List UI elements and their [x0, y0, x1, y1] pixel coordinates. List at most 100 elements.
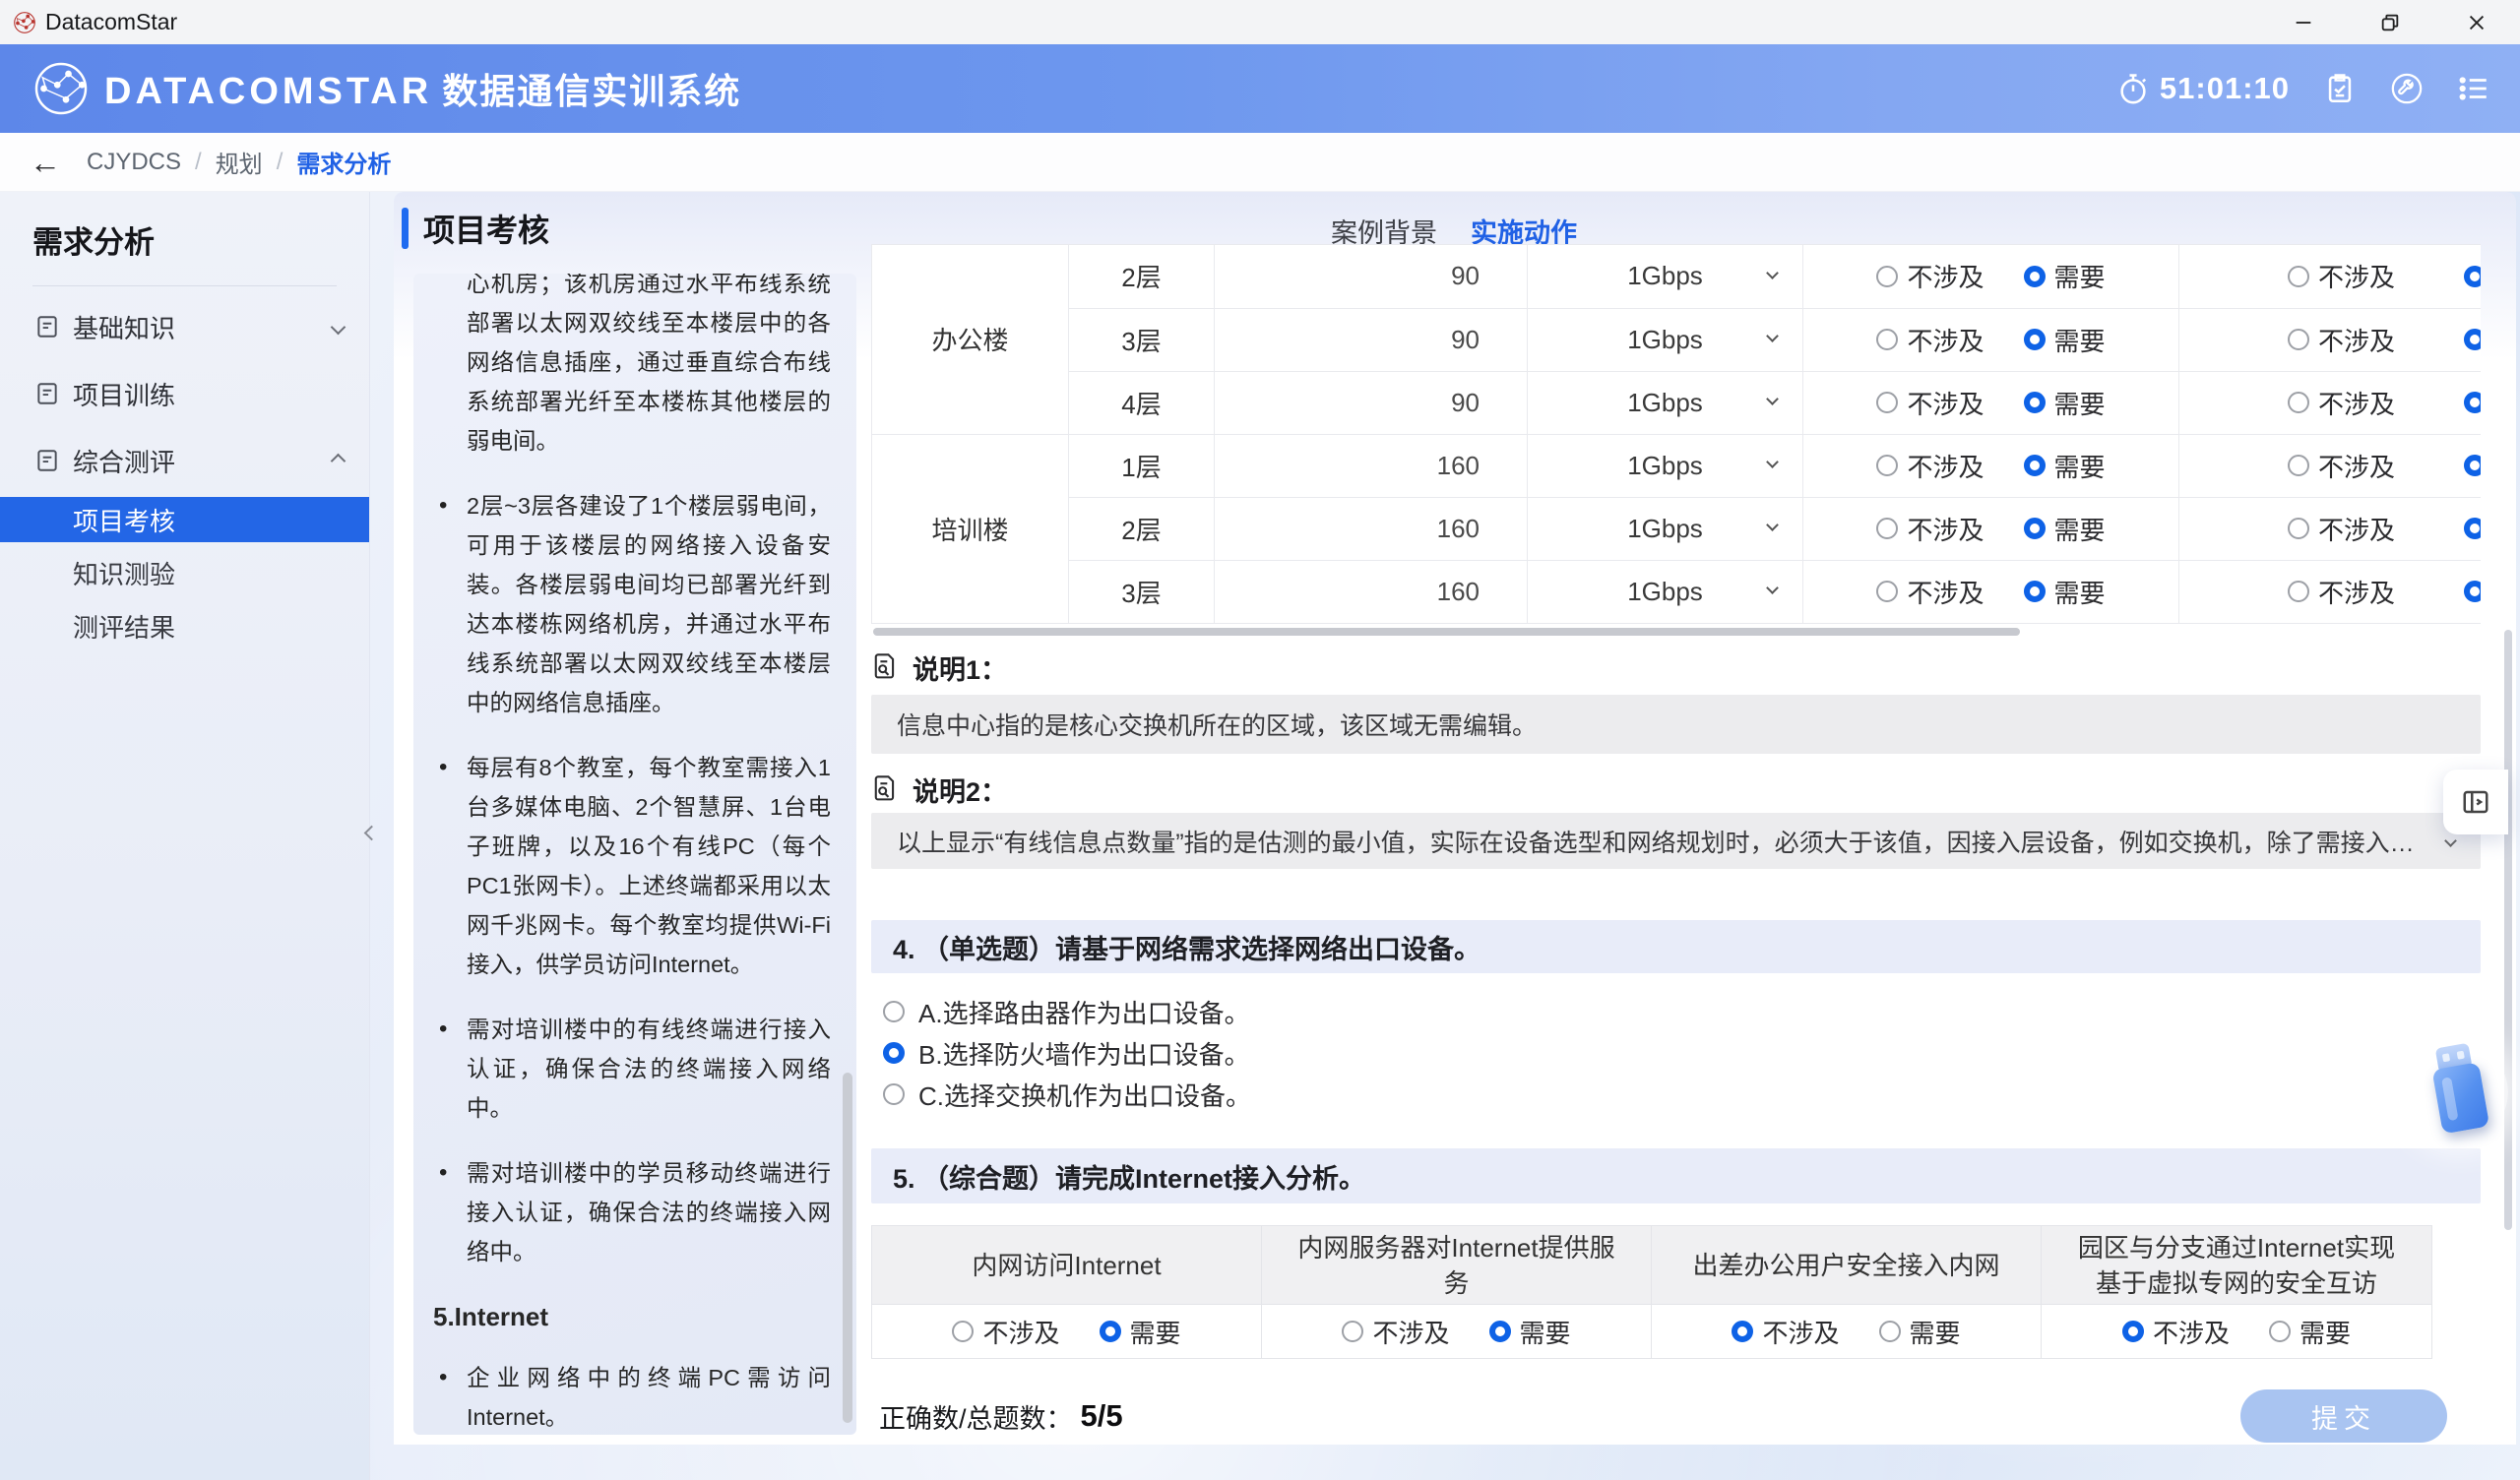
page-title: 项目考核 [423, 206, 549, 251]
table-row: 2层 160 1Gbps 不涉及 需要 不涉及 需要 [872, 497, 2482, 560]
floor-cell: 2层 [1069, 497, 1215, 560]
sidebar-subitem-evaluation-result[interactable]: 测评结果 [0, 603, 369, 648]
chevron-down-icon [1766, 456, 1779, 468]
sidebar-item-comprehensive-evaluation[interactable]: 综合测评 [0, 434, 369, 487]
breadcrumb-item[interactable]: CJYDCS [87, 149, 181, 176]
radio-na[interactable] [2288, 455, 2309, 476]
bandwidth-select[interactable]: 1Gbps [1528, 245, 1803, 308]
radio-option-b[interactable] [883, 1042, 905, 1064]
close-button[interactable] [2433, 0, 2520, 44]
sidebar-item-basic-knowledge[interactable]: 基础知识 [0, 300, 369, 353]
radio-label: 不涉及 [2318, 448, 2395, 484]
sidebar-subitem-knowledge-test[interactable]: 知识测验 [0, 550, 369, 595]
radio-na[interactable] [1876, 266, 1898, 287]
radio-label: 不涉及 [1907, 448, 1984, 484]
drawer-handle[interactable] [2443, 770, 2508, 834]
radio-need[interactable] [2024, 392, 2046, 413]
radio-na[interactable] [1876, 329, 1898, 350]
radio-group-cell: 不涉及 需要 [2042, 1305, 2432, 1359]
radio-need[interactable] [2464, 518, 2481, 539]
radio-group-cell: 不涉及 需要 [1652, 1305, 2042, 1359]
radio-need[interactable] [1100, 1321, 1121, 1342]
radio-need[interactable] [2024, 266, 2046, 287]
radio-label: 不涉及 [982, 1314, 1059, 1350]
radio-label: 不涉及 [1907, 385, 1984, 421]
radio-na[interactable] [952, 1321, 974, 1342]
radio-na[interactable] [2288, 581, 2309, 602]
radio-na[interactable] [2288, 392, 2309, 413]
radio-na[interactable] [1876, 581, 1898, 602]
case-paragraph: 心机房；该机房通过水平布线系统部署以太网双绞线至本楼层中的各网络信息插座，通过垂… [433, 274, 831, 461]
submit-button[interactable]: 提交 [2240, 1389, 2447, 1443]
main-content: 项目考核 案例背景 实施动作 心机房；该机房通过水平布线系统部署以太网双绞线至本… [394, 192, 2516, 1445]
radio-na[interactable] [1342, 1321, 1363, 1342]
document-icon [34, 381, 60, 406]
document-icon [34, 314, 60, 339]
bandwidth-select[interactable]: 1Gbps [1528, 560, 1803, 623]
table-horizontal-scrollbar[interactable] [871, 628, 2481, 636]
restore-icon [2379, 12, 2401, 33]
radio-need[interactable] [2464, 329, 2481, 350]
radio-group-cell: 不涉及 需要 [2179, 497, 2482, 560]
case-description-panel[interactable]: 心机房；该机房通过水平布线系统部署以太网双绞线至本楼层中的各网络信息插座，通过垂… [413, 274, 856, 1435]
bandwidth-value: 1Gbps [1627, 261, 1703, 290]
radio-need[interactable] [1489, 1321, 1511, 1342]
radio-need[interactable] [2464, 455, 2481, 476]
radio-label: 不涉及 [1907, 258, 1984, 294]
case-panel-scrollbar[interactable] [843, 1073, 852, 1423]
radio-need[interactable] [2024, 329, 2046, 350]
column-header: 内网服务器对Internet提供服务 [1262, 1226, 1652, 1305]
minimize-button[interactable] [2260, 0, 2347, 44]
info-point-count-cell: 90 [1215, 371, 1528, 434]
sidebar-item-project-training[interactable]: 项目训练 [0, 367, 369, 420]
bandwidth-select[interactable]: 1Gbps [1528, 434, 1803, 497]
radio-need[interactable] [2024, 581, 2046, 602]
sidebar-collapse-handle[interactable] [356, 807, 386, 858]
bandwidth-select[interactable]: 1Gbps [1528, 371, 1803, 434]
radio-need[interactable] [2464, 266, 2481, 287]
radio-need[interactable] [2464, 581, 2481, 602]
option-a[interactable]: A.选择路由器作为出口设备。 [871, 991, 2481, 1032]
radio-option-a[interactable] [883, 1001, 905, 1022]
option-b[interactable]: B.选择防火墙作为出口设备。 [871, 1032, 2481, 1074]
radio-need[interactable] [2024, 455, 2046, 476]
bandwidth-select[interactable]: 1Gbps [1528, 308, 1803, 371]
radio-na[interactable] [2288, 266, 2309, 287]
note1-header: 说明1： [871, 648, 2481, 687]
floor-cell: 1层 [1069, 434, 1215, 497]
restore-button[interactable] [2347, 0, 2433, 44]
tools-icon[interactable] [2390, 72, 2424, 105]
exam-timer: 51:01:10 [2116, 71, 2290, 106]
radio-na[interactable] [2288, 329, 2309, 350]
radio-label: 不涉及 [2318, 574, 2395, 610]
radio-option-c[interactable] [883, 1083, 905, 1105]
info-point-count-cell: 160 [1215, 560, 1528, 623]
radio-na[interactable] [1732, 1321, 1753, 1342]
sidebar: 需求分析 基础知识 项目训练 综合测评 项目考核 知识测验 测评结果 [0, 192, 370, 1480]
breadcrumb-item[interactable]: 规划 [216, 145, 263, 179]
radio-need[interactable] [2024, 518, 2046, 539]
radio-group-cell: 不涉及 需要 [1803, 371, 2179, 434]
radio-label: 需要 [2054, 385, 2106, 421]
radio-need[interactable] [1879, 1321, 1901, 1342]
radio-na[interactable] [1876, 455, 1898, 476]
sidebar-subitem-project-assessment[interactable]: 项目考核 [0, 497, 369, 542]
back-arrow-icon[interactable]: ← [30, 147, 61, 178]
radio-na[interactable] [2288, 518, 2309, 539]
option-c[interactable]: C.选择交换机作为出口设备。 [871, 1074, 2481, 1115]
radio-na[interactable] [1876, 518, 1898, 539]
chevron-up-icon [331, 453, 346, 468]
menu-list-icon[interactable] [2457, 72, 2490, 105]
radio-group-cell: 不涉及 需要 [2179, 434, 2482, 497]
bandwidth-select[interactable]: 1Gbps [1528, 497, 1803, 560]
radio-na[interactable] [1876, 392, 1898, 413]
report-icon[interactable] [2323, 72, 2357, 105]
radio-group-cell: 不涉及 需要 [2179, 245, 2482, 308]
radio-na[interactable] [2122, 1321, 2144, 1342]
radio-need[interactable] [2464, 392, 2481, 413]
expand-chevron-icon[interactable] [2444, 834, 2457, 847]
usb-device-widget[interactable] [2408, 1031, 2510, 1163]
scrollbar-thumb[interactable] [873, 628, 2020, 636]
radio-need[interactable] [2269, 1321, 2291, 1342]
side-panel-icon [2461, 787, 2490, 817]
